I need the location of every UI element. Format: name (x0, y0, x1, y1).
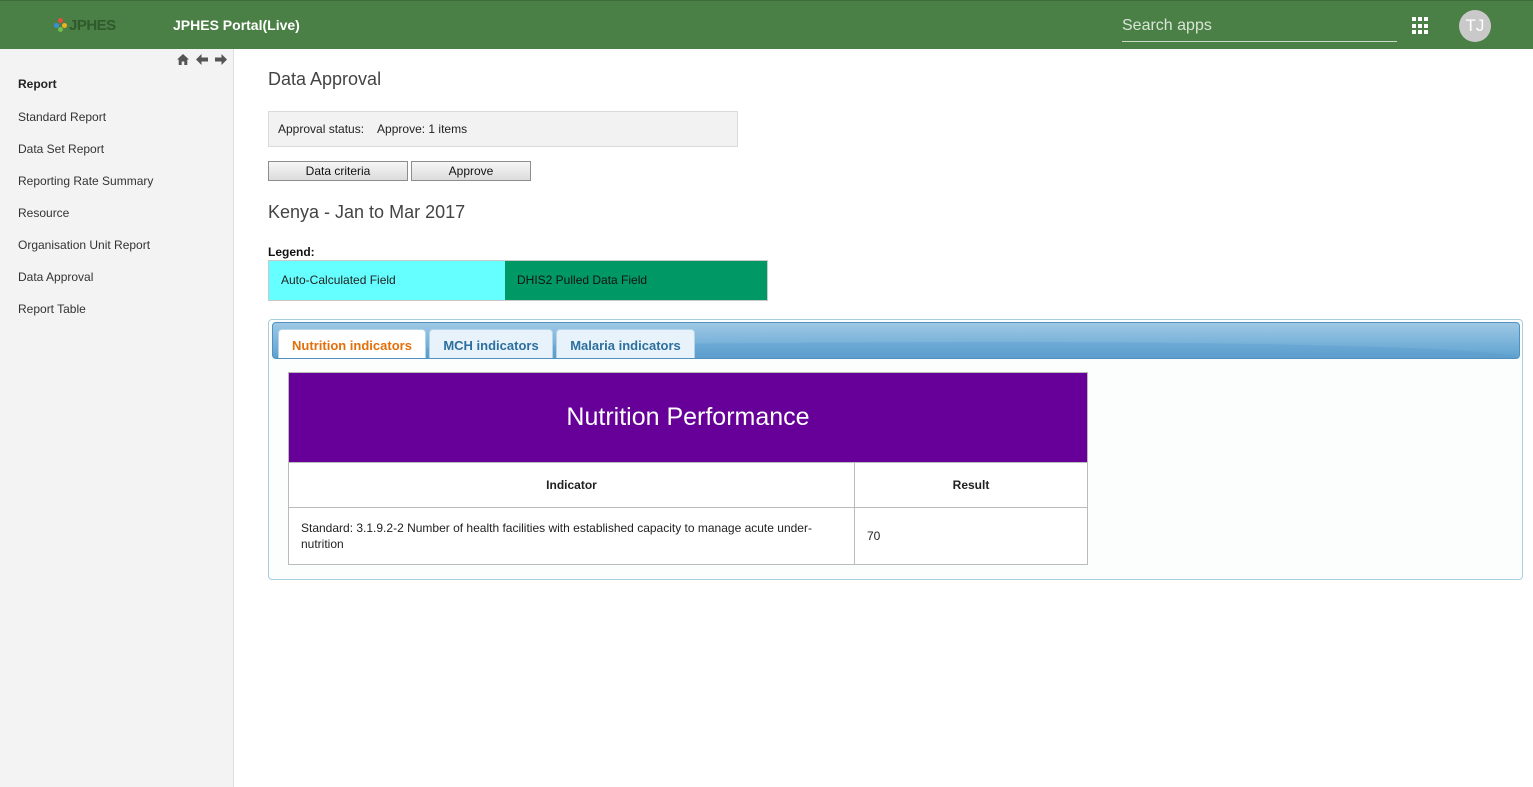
nutrition-performance-table: Nutrition Performance Indicator Result S… (288, 372, 1088, 565)
sidebar-item-reporting-rate-summary[interactable]: Reporting Rate Summary (18, 173, 153, 205)
legend: Auto-Calculated Field DHIS2 Pulled Data … (268, 260, 768, 301)
sidebar-item-standard-report[interactable]: Standard Report (18, 109, 153, 141)
data-criteria-button[interactable]: Data criteria (268, 161, 408, 181)
table-banner: Nutrition Performance (288, 372, 1088, 463)
arrow-right-icon[interactable] (214, 54, 227, 68)
indicator-cell: Standard: 3.1.9.2-2 Number of health fac… (288, 507, 855, 565)
tabs-bar: Nutrition indicators MCH indicators Mala… (272, 322, 1520, 359)
approval-status-label: Approval status: (278, 122, 365, 136)
legend-dhis2-pulled: DHIS2 Pulled Data Field (505, 261, 767, 300)
logo-text: JPHES (69, 16, 116, 34)
column-header-result: Result (854, 462, 1088, 508)
tabs-panel: Nutrition indicators MCH indicators Mala… (268, 319, 1523, 580)
approve-button[interactable]: Approve (411, 161, 531, 181)
arrow-left-icon[interactable] (195, 54, 208, 68)
app-title: JPHES Portal(Live) (173, 17, 300, 33)
approval-status-box: Approval status: Approve: 1 items (268, 111, 738, 147)
sidebar-item-data-set-report[interactable]: Data Set Report (18, 141, 153, 173)
tab-malaria-indicators[interactable]: Malaria indicators (556, 329, 695, 358)
approval-status-value: Approve: 1 items (377, 122, 468, 136)
sidebar-header: Report (18, 77, 57, 91)
legend-auto-calculated: Auto-Calculated Field (269, 261, 505, 300)
table-row: Standard: 3.1.9.2-2 Number of health fac… (288, 507, 1088, 565)
search-input[interactable] (1122, 11, 1397, 41)
home-icon[interactable] (176, 54, 189, 68)
sidebar-item-resource[interactable]: Resource (18, 205, 153, 237)
report-title: Kenya - Jan to Mar 2017 (268, 202, 466, 222)
sidebar-item-organisation-unit-report[interactable]: Organisation Unit Report (18, 237, 153, 269)
sidebar-item-data-approval[interactable]: Data Approval (18, 269, 153, 301)
top-bar: JPHES JPHES Portal(Live) TJ (0, 0, 1533, 49)
sidebar: Report Standard Report Data Set Report R… (0, 49, 234, 787)
sidebar-nav-icons (176, 54, 227, 68)
search-bar (1122, 11, 1397, 42)
page-title: Data Approval (268, 69, 382, 89)
tab-content: Nutrition Performance Indicator Result S… (288, 372, 1088, 565)
apps-grid-icon[interactable] (1412, 17, 1430, 35)
logo[interactable]: JPHES (54, 15, 116, 35)
sidebar-menu: Report Standard Report Data Set Report R… (18, 76, 153, 333)
avatar[interactable]: TJ (1459, 10, 1491, 42)
legend-label: Legend: (268, 245, 315, 259)
tab-mch-indicators[interactable]: MCH indicators (429, 329, 553, 358)
logo-icon (54, 18, 68, 32)
tab-nutrition-indicators[interactable]: Nutrition indicators (278, 329, 426, 358)
column-header-indicator: Indicator (288, 462, 855, 508)
sidebar-item-report-table[interactable]: Report Table (18, 301, 153, 333)
result-cell: 70 (854, 507, 1088, 565)
